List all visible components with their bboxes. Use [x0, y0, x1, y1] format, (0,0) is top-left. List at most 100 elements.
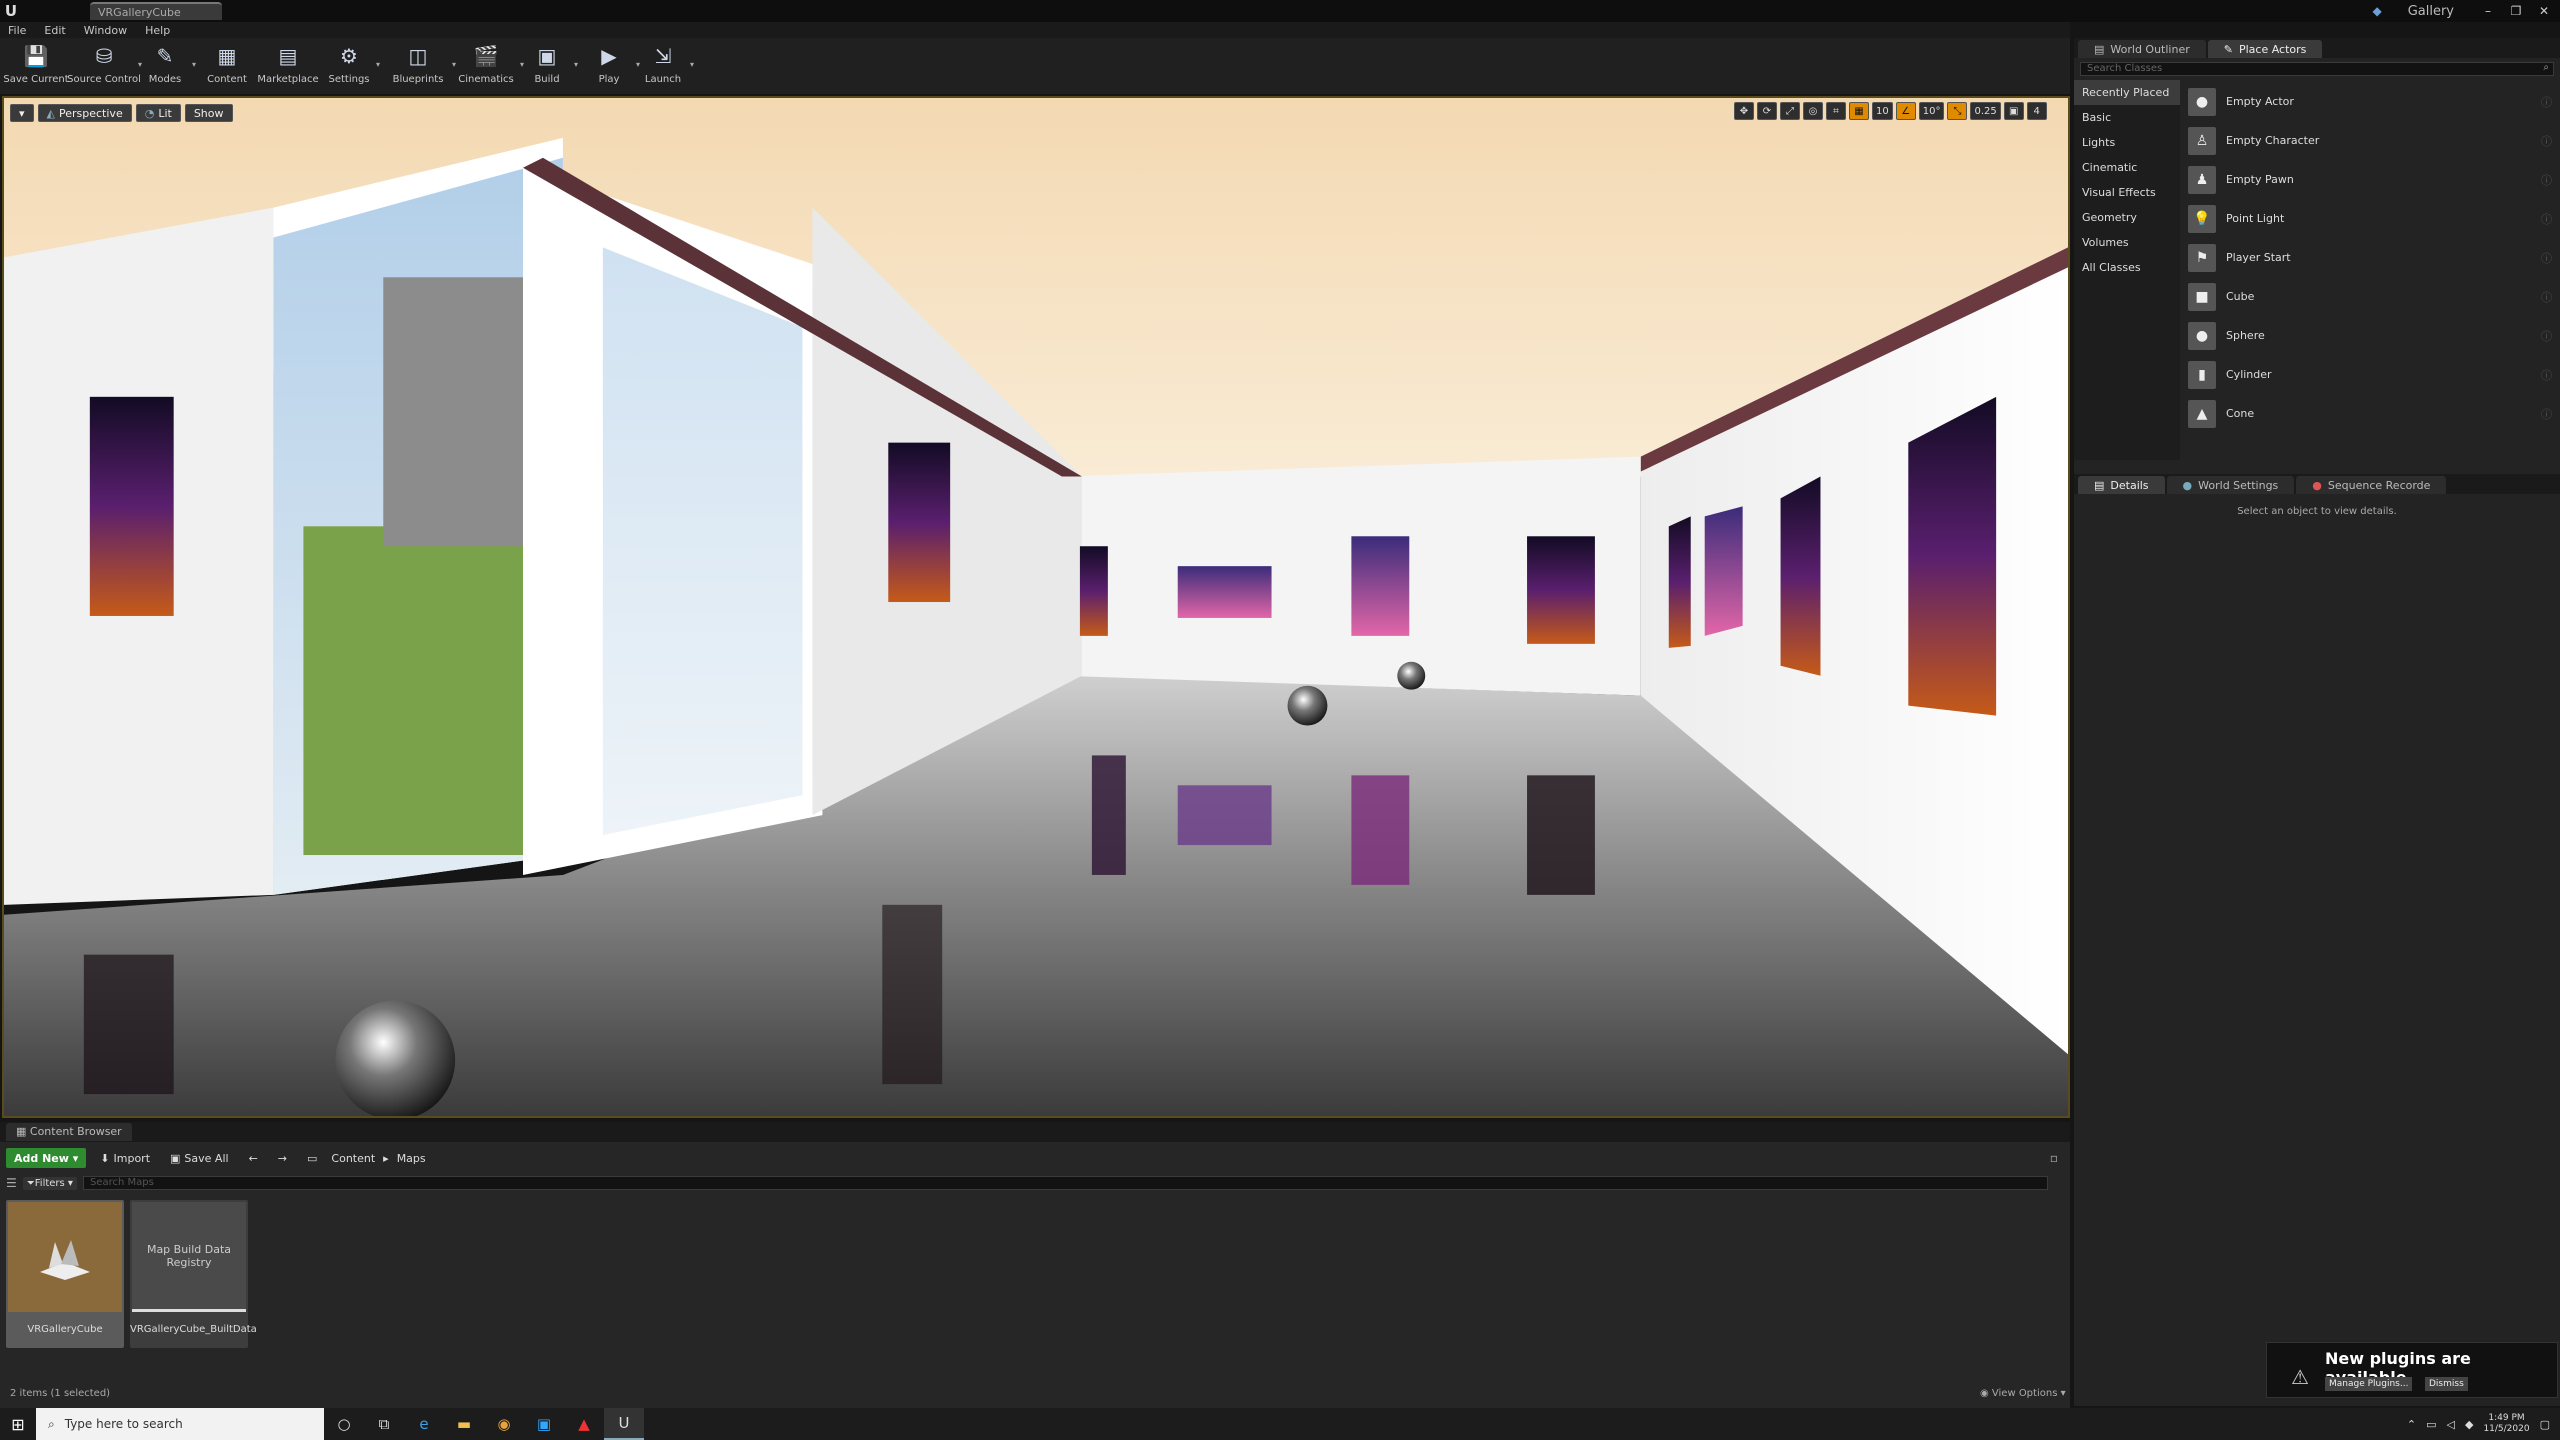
show-button[interactable]: Show [184, 104, 233, 122]
info-icon[interactable]: ⓘ [2541, 172, 2552, 188]
source-control-button[interactable]: ⛁ Source Control ▾ [67, 38, 142, 94]
dropdown-caret-icon[interactable]: ▾ [690, 60, 694, 69]
menu-window[interactable]: Window [84, 24, 127, 37]
play-button[interactable]: ▶ Play ▾ [584, 38, 640, 94]
actor-item-empty-character[interactable]: ♙ Empty Character ⓘ [2188, 121, 2556, 160]
info-icon[interactable]: ⓘ [2541, 406, 2552, 422]
import-button[interactable]: ⬇ Import [94, 1152, 156, 1165]
category-basic[interactable]: Basic [2074, 105, 2180, 130]
save-all-button[interactable]: ▣ Save All [164, 1152, 235, 1165]
acrobat-icon[interactable]: ▲ [564, 1408, 604, 1440]
info-icon[interactable]: ⓘ [2541, 211, 2552, 227]
filters-button[interactable]: ⏷Filters ▾ [22, 1176, 77, 1190]
viewport-tool-4[interactable]: ⌗ [1826, 102, 1846, 120]
actor-item-cylinder[interactable]: ▮ Cylinder ⓘ [2188, 355, 2556, 394]
tab-details[interactable]: ▤ Details [2078, 476, 2165, 494]
folder-icon[interactable]: ▭ [301, 1152, 323, 1165]
photoshop-icon[interactable]: ▣ [524, 1408, 564, 1440]
file-explorer-icon[interactable]: ▬ [444, 1408, 484, 1440]
tray-chevron-icon[interactable]: ⌃ [2407, 1418, 2416, 1431]
info-icon[interactable]: ⓘ [2541, 289, 2552, 305]
network-icon[interactable]: ▭ [2426, 1418, 2436, 1431]
breadcrumb-maps[interactable]: Maps [397, 1152, 426, 1165]
info-icon[interactable]: ⓘ [2541, 133, 2552, 149]
content-button[interactable]: ▦ Content [202, 38, 252, 94]
launch-button[interactable]: ⇲ Launch ▾ [638, 38, 694, 94]
settings-button[interactable]: ⚙ Settings ▾ [324, 38, 380, 94]
category-volumes[interactable]: Volumes [2074, 230, 2180, 255]
feedback-icon[interactable]: ◆ [2372, 4, 2381, 18]
menu-help[interactable]: Help [145, 24, 170, 37]
actor-item-point-light[interactable]: 💡 Point Light ⓘ [2188, 199, 2556, 238]
viewport-tool-11[interactable]: ▣ [2003, 102, 2024, 120]
category-visual-effects[interactable]: Visual Effects [2074, 180, 2180, 205]
task-view-icon[interactable]: ⧉ [364, 1408, 404, 1440]
close-button[interactable]: ✕ [2536, 4, 2552, 18]
blueprints-button[interactable]: ◫ Blueprints ▾ [386, 38, 456, 94]
category-geometry[interactable]: Geometry [2074, 205, 2180, 230]
viewport-tool-2[interactable]: ⤢ [1780, 102, 1800, 120]
modes-button[interactable]: ✎ Modes ▾ [140, 38, 196, 94]
info-icon[interactable]: ⓘ [2541, 94, 2552, 110]
view-options-button[interactable]: ◉ View Options ▾ [1980, 1388, 2066, 1399]
cortana-icon[interactable]: ○ [324, 1408, 364, 1440]
build-button[interactable]: ▣ Build ▾ [522, 38, 578, 94]
viewport-tool-6[interactable]: 10 [1872, 102, 1893, 120]
viewport-tool-8[interactable]: 10° [1918, 102, 1945, 120]
edge-icon[interactable]: e [404, 1408, 444, 1440]
dismiss-button[interactable]: Dismiss [2425, 1377, 2468, 1391]
breadcrumb-content[interactable]: Content [331, 1152, 375, 1165]
back-arrow-icon[interactable]: ← [243, 1152, 264, 1165]
lit-button[interactable]: ◔ Lit [135, 104, 181, 122]
volume-icon[interactable]: ◁ [2447, 1418, 2455, 1431]
viewport-tool-12[interactable]: 4 [2026, 102, 2047, 120]
asset-tile[interactable]: VRGalleryCube [6, 1200, 124, 1348]
content-browser-tab[interactable]: ▦ Content Browser [6, 1123, 132, 1141]
tab-world-outliner[interactable]: ▤ World Outliner [2078, 40, 2206, 58]
cinematics-button[interactable]: 🎬 Cinematics ▾ [454, 38, 524, 94]
actor-item-empty-actor[interactable]: ● Empty Actor ⓘ [2188, 82, 2556, 121]
unreal-taskbar-icon[interactable]: U [604, 1408, 644, 1440]
add-new-button[interactable]: Add New ▾ [6, 1148, 87, 1168]
info-icon[interactable]: ⓘ [2541, 367, 2552, 383]
viewport-tool-9[interactable]: ⤡ [1947, 102, 1968, 120]
windows-start-icon[interactable]: ⊞ [0, 1408, 36, 1440]
viewport-tool-10[interactable]: 0.25 [1970, 102, 2001, 120]
marketplace-button[interactable]: ▤ Marketplace [256, 38, 320, 94]
tab-world-settings[interactable]: ● World Settings [2166, 476, 2295, 494]
level-tab[interactable]: VRGalleryCube [90, 2, 222, 20]
dropdown-caret-icon[interactable]: ▾ [376, 60, 380, 69]
forward-arrow-icon[interactable]: → [272, 1152, 293, 1165]
chrome-icon[interactable]: ◉ [484, 1408, 524, 1440]
category-lights[interactable]: Lights [2074, 130, 2180, 155]
category-all-classes[interactable]: All Classes [2074, 255, 2180, 280]
actor-item-player-start[interactable]: ⚑ Player Start ⓘ [2188, 238, 2556, 277]
asset-tile[interactable]: Map Build Data Registry VRGalleryCube_Bu… [130, 1200, 257, 1348]
perspective-button[interactable]: ◭ Perspective [37, 104, 132, 122]
clock[interactable]: 1:49 PM 11/5/2020 [2483, 1413, 2529, 1435]
viewport-tool-1[interactable]: ⟳ [1757, 102, 1777, 120]
actor-item-empty-pawn[interactable]: ♟ Empty Pawn ⓘ [2188, 160, 2556, 199]
save-current-button[interactable]: 💾 Save Current [3, 38, 68, 94]
actor-item-sphere[interactable]: ● Sphere ⓘ [2188, 316, 2556, 355]
taskbar-search-input[interactable]: ⌕ Type here to search [36, 1408, 324, 1440]
menu-file[interactable]: File [8, 24, 26, 37]
tab-place-actors[interactable]: ✎ Place Actors [2207, 40, 2323, 58]
search-maps-input[interactable]: Search Maps [82, 1176, 2048, 1190]
notifications-icon[interactable]: ▢ [2540, 1418, 2550, 1431]
actor-item-cone[interactable]: ▲ Cone ⓘ [2188, 394, 2556, 433]
menu-edit[interactable]: Edit [44, 24, 65, 37]
level-viewport[interactable] [2, 96, 2070, 1118]
dropbox-icon[interactable]: ◆ [2465, 1418, 2473, 1431]
viewport-tool-7[interactable]: ∠ [1895, 102, 1916, 120]
category-cinematic[interactable]: Cinematic [2074, 155, 2180, 180]
sources-toggle-icon[interactable]: ☰ [6, 1176, 17, 1190]
tab-sequence-recorder[interactable]: ● Sequence Recorde [2296, 476, 2447, 494]
maximize-button[interactable]: ❐ [2508, 4, 2524, 18]
search-classes-input[interactable]: Search Classes ⌕ [2080, 62, 2554, 76]
dropdown-caret-icon[interactable]: ▾ [192, 60, 196, 69]
dropdown-caret-icon[interactable]: ▾ [574, 60, 578, 69]
category-recently-placed[interactable]: Recently Placed [2074, 80, 2180, 105]
viewport-tool-5[interactable]: ▦ [1849, 102, 1869, 120]
viewport-tool-0[interactable]: ✥ [1734, 102, 1754, 120]
